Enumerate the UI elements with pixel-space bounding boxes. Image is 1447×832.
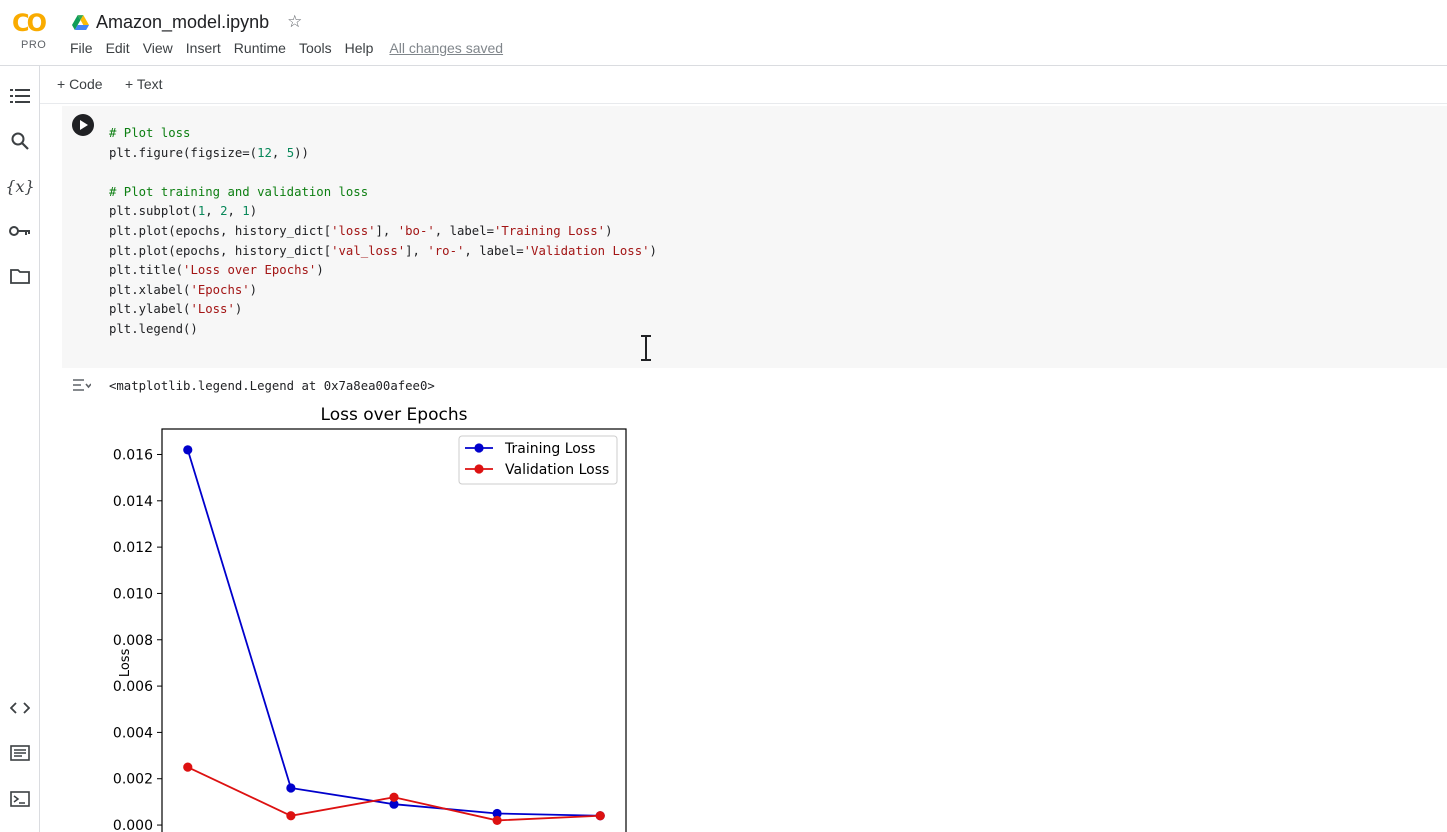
- code-line: plt.figure(figsize=(12, 5)): [109, 145, 309, 160]
- y-tick-label: 0.002: [113, 772, 153, 788]
- colab-logo-text: CO: [12, 9, 47, 37]
- plan-badge: PRO: [21, 39, 47, 51]
- add-code-button[interactable]: + Code: [57, 76, 103, 92]
- secrets-key-icon[interactable]: [8, 219, 32, 243]
- loss-chart: Loss over Epochs Loss 0.000 0.002 0.004 0.006…: [113, 405, 627, 832]
- menu-help[interactable]: Help: [345, 40, 374, 56]
- plot-frame: [161, 428, 627, 832]
- code-line: plt.ylabel('Loss'): [109, 302, 243, 317]
- legend-label: Validation Loss: [505, 462, 609, 478]
- legend-label: Training Loss: [504, 441, 595, 457]
- code-line: plt.title('Loss over Epochs'): [109, 263, 324, 278]
- series-1-point: [286, 783, 296, 793]
- y-tick-label: 0.014: [113, 494, 153, 510]
- menu-insert[interactable]: Insert: [186, 40, 221, 56]
- notebook-title[interactable]: Amazon_model.ipynb: [96, 12, 269, 33]
- code-editor[interactable]: # Plot loss plt.figure(figsize=(12, 5)) #…: [109, 124, 657, 340]
- series-2-point: [286, 811, 296, 821]
- code-cell[interactable]: # Plot loss plt.figure(figsize=(12, 5)) #…: [62, 106, 1447, 368]
- code-line: plt.xlabel('Epochs'): [109, 282, 258, 297]
- y-tick-label: 0.016: [113, 447, 153, 463]
- code-line: plt.plot(epochs, history_dict['loss'], '…: [109, 223, 613, 238]
- menu-file[interactable]: File: [70, 40, 93, 56]
- command-palette-icon[interactable]: [8, 741, 32, 765]
- google-drive-icon[interactable]: [72, 14, 89, 30]
- y-axis-label: Loss: [118, 648, 133, 677]
- add-text-button[interactable]: + Text: [125, 76, 163, 92]
- y-tick-label: 0.008: [113, 633, 153, 649]
- left-sidebar: {x}: [0, 66, 40, 832]
- terminal-icon[interactable]: [8, 787, 32, 811]
- variables-icon[interactable]: {x}: [5, 174, 34, 198]
- cell-toolbar: + Code + Text: [40, 66, 1447, 104]
- y-tick-label: 0.010: [113, 586, 153, 602]
- save-status-link[interactable]: All changes saved: [389, 40, 503, 56]
- code-line: plt.subplot(1, 2, 1): [109, 204, 258, 219]
- colab-logo[interactable]: CO PRO: [12, 10, 56, 54]
- output-toggle-icon[interactable]: [71, 377, 91, 395]
- search-icon[interactable]: [8, 129, 32, 153]
- files-folder-icon[interactable]: [8, 264, 32, 288]
- menu-view[interactable]: View: [143, 40, 173, 56]
- title-row: Amazon_model.ipynb ☆: [72, 10, 302, 34]
- table-of-contents-icon[interactable]: [8, 84, 32, 108]
- menu-tools[interactable]: Tools: [299, 40, 332, 56]
- y-tick-label: 0.004: [113, 725, 153, 741]
- text-cursor-icon: [641, 335, 651, 361]
- star-icon[interactable]: ☆: [287, 12, 302, 32]
- menu-bar: File Edit View Insert Runtime Tools Help…: [70, 40, 516, 56]
- code-snippets-icon[interactable]: [8, 696, 32, 720]
- code-line: plt.legend(): [109, 321, 198, 336]
- series-2-point: [595, 811, 605, 821]
- series-1-point: [183, 445, 193, 455]
- series-2-point: [183, 762, 193, 772]
- series-line-1: [186, 449, 601, 817]
- run-cell-button[interactable]: [72, 114, 94, 136]
- series-2-point: [389, 792, 399, 802]
- code-line: # Plot loss: [109, 126, 191, 140]
- y-tick-label: 0.006: [113, 679, 153, 695]
- y-tick-label: 0.000: [113, 818, 153, 832]
- y-tick-label: 0.012: [113, 540, 153, 556]
- menu-runtime[interactable]: Runtime: [234, 40, 286, 56]
- cell-output-text: <matplotlib.legend.Legend at 0x7a8ea00af…: [109, 379, 435, 393]
- code-line: # Plot training and validation loss: [109, 184, 369, 199]
- legend-marker: [474, 464, 484, 474]
- chart-title: Loss over Epochs: [321, 405, 468, 425]
- legend-marker: [474, 443, 484, 453]
- series-2-point: [492, 815, 502, 826]
- code-line: plt.plot(epochs, history_dict['val_loss'…: [109, 243, 657, 258]
- header: CO PRO Amazon_model.ipynb ☆ File Edit Vi…: [0, 0, 1447, 66]
- menu-edit[interactable]: Edit: [106, 40, 130, 56]
